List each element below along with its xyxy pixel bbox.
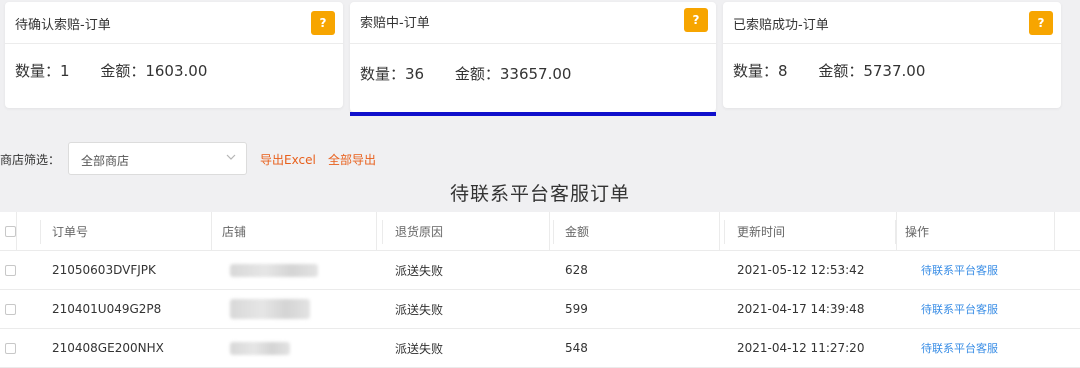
table-row: 210401U049G2P8 派送失败 599 2021-04-17 14:39… xyxy=(0,290,1080,329)
chevron-down-icon xyxy=(226,154,236,160)
table-header-row: 订单号 店铺 退货原因 金额 更新时间 操作 xyxy=(0,212,1080,251)
col-header-amount[interactable]: 金额 xyxy=(565,212,720,250)
card-amount: 金额：5737.00 xyxy=(818,62,926,80)
redacted-block xyxy=(230,299,310,319)
orders-table: 订单号 店铺 退货原因 金额 更新时间 操作 21050603DVFJPK 派送… xyxy=(0,212,1080,368)
row-checkbox[interactable] xyxy=(5,251,17,289)
card-title: 已索赔成功-订单 xyxy=(733,18,829,33)
return-reason: 派送失败 xyxy=(395,302,444,317)
export-all-link[interactable]: 全部导出 xyxy=(328,151,376,168)
table-row: 210408GE200NHX 派送失败 548 2021-04-12 11:27… xyxy=(0,329,1080,368)
active-card-indicator xyxy=(350,112,716,116)
contact-support-link[interactable]: 待联系平台客服 xyxy=(905,301,998,317)
contact-support-link[interactable]: 待联系平台客服 xyxy=(905,340,998,356)
help-icon[interactable]: ? xyxy=(311,11,335,35)
column-divider xyxy=(724,220,725,244)
card-count: 数量：36 xyxy=(360,65,425,83)
card-count: 数量：8 xyxy=(733,62,788,80)
card-title: 待确认索赔-订单 xyxy=(15,18,111,33)
select-all-checkbox[interactable] xyxy=(5,212,17,250)
order-number: 210401U049G2P8 xyxy=(52,302,162,316)
return-reason: 派送失败 xyxy=(395,341,444,356)
amount: 628 xyxy=(565,263,588,277)
col-header-order[interactable]: 订单号 xyxy=(52,212,212,250)
row-checkbox[interactable] xyxy=(5,290,17,328)
column-divider xyxy=(382,220,383,244)
card-header: 索赔中-订单 ? xyxy=(350,2,716,44)
section-title: 待联系平台客服订单 xyxy=(449,183,630,205)
redacted-block xyxy=(230,341,290,355)
card-stats: 数量：1 金额：1603.00 xyxy=(15,60,207,81)
checkbox-icon xyxy=(5,264,16,276)
checkbox-icon xyxy=(5,225,16,237)
export-excel-link[interactable]: 导出Excel xyxy=(260,151,316,168)
column-divider xyxy=(211,220,212,244)
updated-time: 2021-04-12 11:27:20 xyxy=(737,341,865,355)
column-divider xyxy=(895,220,896,244)
order-number: 21050603DVFJPK xyxy=(52,263,156,277)
order-number: 210408GE200NHX xyxy=(52,341,164,355)
amount: 599 xyxy=(565,302,588,316)
action-cell: 待联系平台客服 xyxy=(905,251,1055,289)
shop-name-redacted xyxy=(222,251,377,289)
col-header-action: 操作 xyxy=(905,212,1055,250)
card-stats: 数量：8 金额：5737.00 xyxy=(733,60,925,81)
col-header-updated[interactable]: 更新时间 xyxy=(737,212,897,250)
shop-name-redacted xyxy=(222,329,377,367)
help-icon[interactable]: ? xyxy=(684,8,708,32)
help-icon[interactable]: ? xyxy=(1029,11,1053,35)
card-claiming[interactable]: 索赔中-订单 ? 数量：36 金额：33657.00 xyxy=(350,2,716,116)
card-count: 数量：1 xyxy=(15,62,70,80)
shop-name-redacted xyxy=(222,290,377,328)
contact-support-link[interactable]: 待联系平台客服 xyxy=(905,262,998,278)
card-stats: 数量：36 金额：33657.00 xyxy=(360,63,571,84)
return-reason: 派送失败 xyxy=(395,263,444,278)
checkbox-icon xyxy=(5,303,16,315)
amount: 548 xyxy=(565,341,588,355)
col-header-shop[interactable]: 店铺 xyxy=(222,212,377,250)
card-pending-confirm[interactable]: 待确认索赔-订单 ? 数量：1 金额：1603.00 xyxy=(5,2,343,108)
card-amount: 金额：33657.00 xyxy=(454,65,572,83)
card-claim-success[interactable]: 已索赔成功-订单 ? 数量：8 金额：5737.00 xyxy=(723,2,1061,108)
updated-time: 2021-04-17 14:39:48 xyxy=(737,302,865,316)
card-header: 已索赔成功-订单 ? xyxy=(723,2,1061,44)
card-title: 索赔中-订单 xyxy=(360,16,430,31)
shop-filter-value: 全部商店 xyxy=(81,154,130,168)
shop-filter-label: 商店筛选： xyxy=(0,153,61,167)
card-amount: 金额：1603.00 xyxy=(100,62,208,80)
card-header: 待确认索赔-订单 ? xyxy=(5,2,343,44)
checkbox-icon xyxy=(5,342,16,354)
updated-time: 2021-05-12 12:53:42 xyxy=(737,263,865,277)
col-header-reason[interactable]: 退货原因 xyxy=(395,212,550,250)
column-divider xyxy=(40,220,41,244)
action-cell: 待联系平台客服 xyxy=(905,329,1055,367)
redacted-block xyxy=(230,263,318,277)
row-checkbox[interactable] xyxy=(5,329,17,367)
table-row: 21050603DVFJPK 派送失败 628 2021-05-12 12:53… xyxy=(0,251,1080,290)
action-cell: 待联系平台客服 xyxy=(905,290,1055,328)
column-divider xyxy=(553,220,554,244)
shop-filter-select[interactable]: 全部商店 xyxy=(68,142,247,175)
